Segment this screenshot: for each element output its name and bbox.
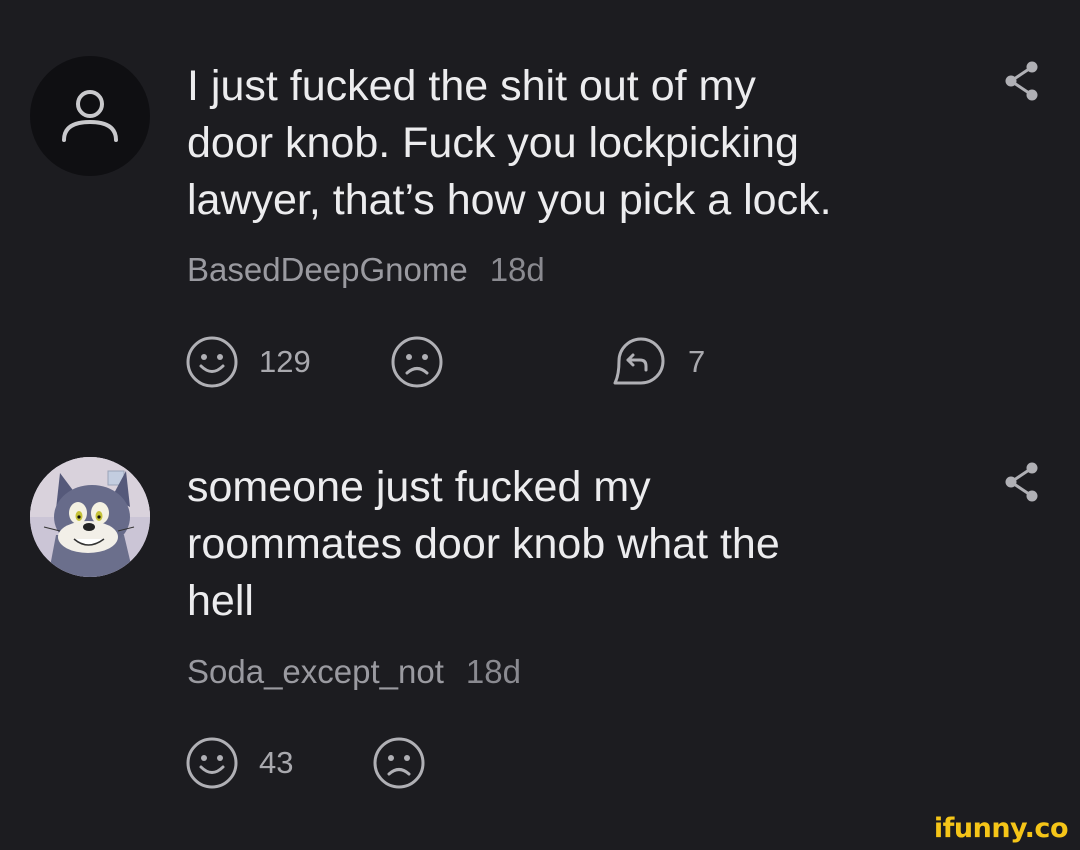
comment-meta: BasedDeepGnome 18d	[187, 251, 545, 289]
reply-count: 7	[688, 344, 706, 379]
reply-icon	[613, 337, 665, 385]
default-user-icon	[62, 90, 118, 142]
dislike-button[interactable]	[390, 335, 444, 389]
like-count: 129	[259, 344, 311, 379]
share-icon	[1005, 61, 1038, 101]
ifunny-watermark: ifunny.co	[933, 813, 1069, 844]
comment-text: I just fucked the shit out of my door kn…	[187, 62, 832, 224]
share-button[interactable]	[1002, 461, 1040, 503]
like-count: 43	[259, 745, 294, 780]
user-avatar[interactable]	[30, 56, 150, 176]
comment-text: someone just fucked my roommates door kn…	[187, 463, 780, 625]
share-icon	[1005, 462, 1038, 502]
username[interactable]: BasedDeepGnome	[187, 251, 468, 288]
share-button[interactable]	[1002, 60, 1040, 102]
timestamp: 18d	[489, 251, 545, 288]
user-avatar[interactable]	[30, 457, 150, 577]
cartoon-cat-avatar	[30, 457, 150, 577]
like-button[interactable]: 43	[185, 736, 293, 790]
frown-icon	[391, 336, 443, 388]
timestamp: 18d	[465, 653, 521, 690]
username[interactable]: Soda_except_not	[187, 653, 444, 690]
smile-icon	[186, 336, 238, 388]
comment-meta: Soda_except_not 18d	[187, 653, 521, 691]
smile-icon	[186, 737, 238, 789]
like-button[interactable]: 129	[185, 335, 311, 389]
reply-button[interactable]: 7	[610, 333, 705, 391]
dislike-button[interactable]	[372, 736, 426, 790]
frown-icon	[373, 737, 425, 789]
